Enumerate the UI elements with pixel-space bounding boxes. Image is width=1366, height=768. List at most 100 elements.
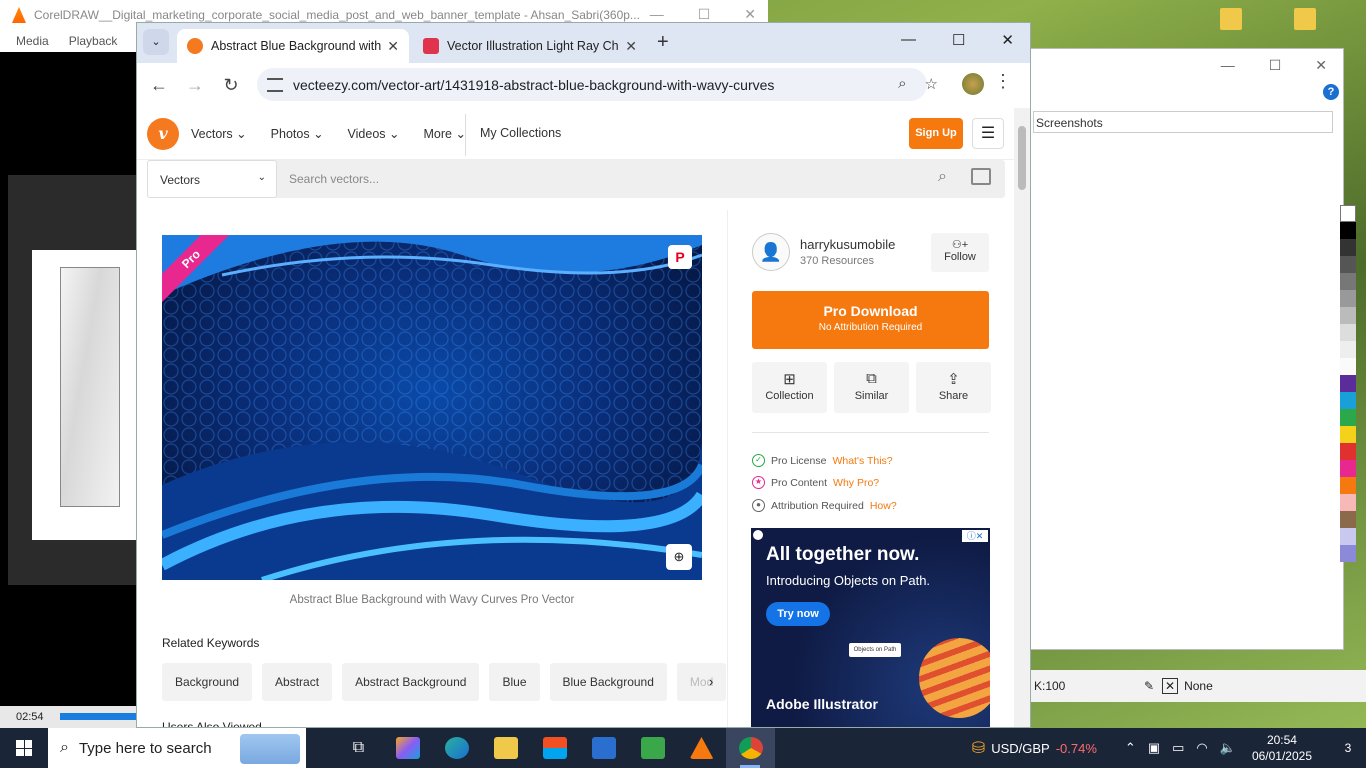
license-link[interactable]: What's This?: [832, 455, 892, 467]
advertisement[interactable]: ⓘ✕ All together now. Introducing Objects…: [751, 528, 990, 727]
search-icon[interactable]: ⌕: [938, 168, 947, 186]
back-icon[interactable]: ←: [141, 75, 177, 96]
nav-photos[interactable]: Photos ⌄: [271, 126, 324, 141]
image-search-icon[interactable]: [971, 168, 991, 185]
device-icon[interactable]: ▣: [1148, 740, 1160, 756]
maximize-icon[interactable]: ☐: [952, 31, 965, 49]
similar-button[interactable]: ⧉ Similar: [834, 362, 909, 413]
minimize-icon[interactable]: —: [1221, 57, 1235, 74]
collection-button[interactable]: ⊞ Collection: [752, 362, 827, 413]
explorer-search-input[interactable]: Screenshots: [1033, 111, 1333, 133]
license-link[interactable]: Why Pro?: [833, 477, 879, 489]
swatch[interactable]: [1340, 545, 1356, 562]
swatch[interactable]: [1340, 341, 1356, 358]
close-icon[interactable]: ✕: [1001, 31, 1014, 49]
swatch[interactable]: [1340, 460, 1356, 477]
keyword-chip[interactable]: Abstract Background: [342, 663, 480, 701]
vecteezy-logo[interactable]: v: [147, 118, 179, 150]
swatch[interactable]: [1340, 494, 1356, 511]
taskbar-search[interactable]: ⌕ Type here to search: [48, 728, 306, 768]
edge-icon[interactable]: [432, 728, 481, 768]
folder-icon[interactable]: [1294, 8, 1316, 30]
swatch[interactable]: [1340, 358, 1356, 375]
minimize-icon[interactable]: —: [901, 31, 916, 49]
nav-more[interactable]: More ⌄: [424, 126, 466, 141]
vlc-icon[interactable]: [677, 728, 726, 768]
scrollbar-thumb[interactable]: [1018, 126, 1026, 190]
close-icon[interactable]: ✕: [1315, 57, 1327, 74]
pro-download-button[interactable]: Pro Download No Attribution Required: [752, 291, 989, 349]
copilot-icon[interactable]: [383, 728, 432, 768]
nav-vectors[interactable]: Vectors ⌄: [191, 126, 247, 141]
swatch[interactable]: [1340, 528, 1356, 545]
clock[interactable]: 20:54 06/01/2025: [1252, 732, 1312, 764]
tab-search-button[interactable]: ⌄: [143, 29, 169, 55]
start-button[interactable]: [0, 728, 48, 768]
author-name[interactable]: harrykusumobile: [800, 237, 895, 252]
tab-inactive[interactable]: Vector Illustration Light Ray Ch ✕: [413, 29, 647, 63]
pinterest-icon[interactable]: P: [668, 245, 692, 269]
battery-icon[interactable]: ▭: [1172, 740, 1184, 756]
new-tab-icon[interactable]: +: [657, 31, 669, 54]
mail-icon[interactable]: [579, 728, 628, 768]
keyword-chip[interactable]: Blue Background: [549, 663, 667, 701]
sign-up-button[interactable]: Sign Up: [909, 118, 963, 149]
tab-active[interactable]: Abstract Blue Background with ✕: [177, 29, 409, 63]
chrome-icon[interactable]: [726, 728, 775, 768]
swatch[interactable]: [1340, 205, 1356, 222]
ad-info-icon[interactable]: [753, 530, 763, 540]
swatch[interactable]: [1340, 222, 1356, 239]
keyword-chip[interactable]: Background: [162, 663, 253, 701]
swatch[interactable]: [1340, 511, 1356, 528]
profile-avatar[interactable]: [962, 73, 984, 95]
help-icon[interactable]: ?: [1323, 84, 1339, 100]
keyword-chip[interactable]: Blue: [489, 663, 540, 701]
swatch[interactable]: [1340, 307, 1356, 324]
menu-kebab-icon[interactable]: ⋮: [994, 71, 1012, 92]
license-link[interactable]: How?: [870, 500, 897, 512]
share-button[interactable]: ⇪ Share: [916, 362, 991, 413]
currency-widget[interactable]: ⛁ USD/GBP -0.74%: [972, 738, 1097, 758]
volume-icon[interactable]: 🔈: [1220, 740, 1236, 756]
maximize-icon[interactable]: ☐: [698, 6, 711, 23]
close-icon[interactable]: ✕: [744, 6, 756, 23]
reload-icon[interactable]: ↻: [213, 75, 249, 96]
swatch[interactable]: [1340, 375, 1356, 392]
bookmark-star-icon[interactable]: ☆: [925, 75, 938, 93]
chevron-right-icon[interactable]: ›: [709, 674, 713, 689]
store-icon[interactable]: [530, 728, 579, 768]
follow-button[interactable]: ⚇+ Follow: [931, 233, 989, 272]
my-collections-link[interactable]: My Collections: [480, 126, 561, 140]
swatch[interactable]: [1340, 426, 1356, 443]
coreldraw-icon[interactable]: [628, 728, 677, 768]
swatch[interactable]: [1340, 477, 1356, 494]
maximize-icon[interactable]: ☐: [1269, 57, 1282, 74]
chevron-up-icon[interactable]: ⌃: [1125, 740, 1136, 756]
keyword-chip[interactable]: Abstract: [262, 663, 333, 701]
keyword-chip[interactable]: Mod: [676, 663, 727, 701]
folder-icon[interactable]: [1220, 8, 1242, 30]
address-bar[interactable]: vecteezy.com/vector-art/1431918-abstract…: [257, 68, 927, 101]
swatch[interactable]: [1340, 290, 1356, 307]
wifi-icon[interactable]: ◠: [1196, 740, 1207, 756]
menu-media[interactable]: Media: [16, 34, 49, 48]
file-explorer-icon[interactable]: [481, 728, 530, 768]
tab-close-icon[interactable]: ✕: [625, 38, 637, 55]
swatch[interactable]: [1340, 324, 1356, 341]
ad-close-icon[interactable]: ⓘ✕: [962, 530, 988, 542]
menu-playback[interactable]: Playback: [69, 34, 118, 48]
swatch[interactable]: [1340, 443, 1356, 460]
swatch[interactable]: [1340, 273, 1356, 290]
nav-videos[interactable]: Videos ⌄: [348, 126, 400, 141]
swatch[interactable]: [1340, 239, 1356, 256]
swatch[interactable]: [1340, 256, 1356, 273]
user-avatar-icon[interactable]: 👤: [752, 233, 790, 271]
ad-try-now-button[interactable]: Try now: [766, 602, 830, 626]
swatch[interactable]: [1340, 392, 1356, 409]
site-info-icon[interactable]: [267, 77, 283, 92]
minimize-icon[interactable]: —: [650, 6, 664, 23]
forward-icon[interactable]: →: [177, 75, 213, 96]
search-category-select[interactable]: Vectors ⌄: [147, 160, 277, 198]
search-input[interactable]: Search vectors...: [289, 172, 379, 186]
tab-close-icon[interactable]: ✕: [387, 38, 399, 55]
